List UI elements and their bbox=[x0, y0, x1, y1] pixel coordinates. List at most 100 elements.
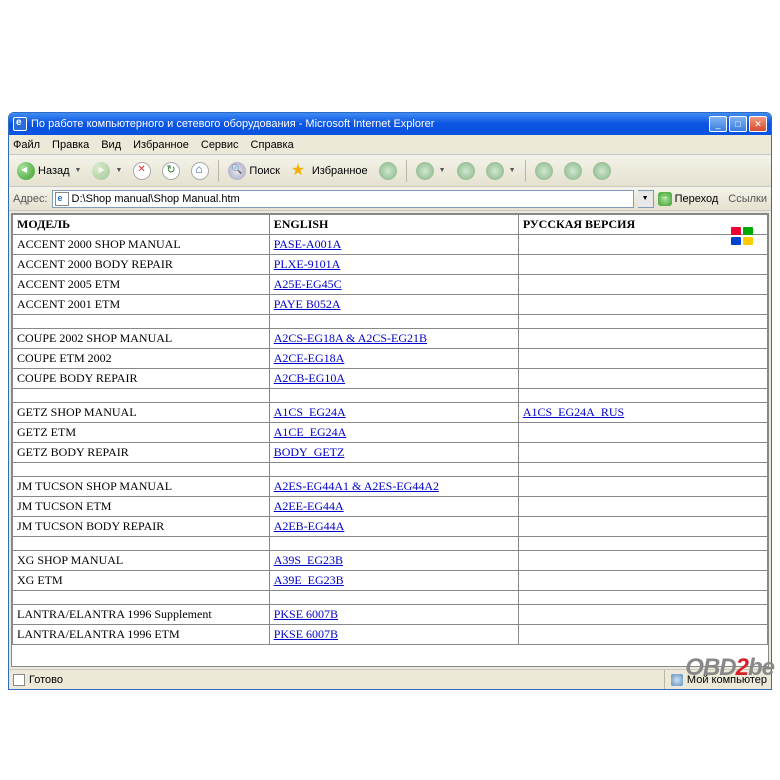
cell-english: A39E_EG23B bbox=[269, 571, 518, 591]
menu-edit[interactable]: Правка bbox=[52, 139, 89, 151]
titlebar: По работе компьютерного и сетевого обору… bbox=[9, 113, 771, 135]
russian-link[interactable]: A1CS_EG24A_RUS bbox=[523, 405, 624, 419]
cell-english: A2ES-EG44A1 & A2ES-EG44A2 bbox=[269, 477, 518, 497]
address-input[interactable]: D:\Shop manual\Shop Manual.htm bbox=[52, 190, 634, 208]
cell-model: GETZ ETM bbox=[13, 423, 270, 443]
chevron-down-icon: ▼ bbox=[509, 167, 516, 174]
english-link[interactable]: PAYE B052A bbox=[274, 297, 341, 311]
english-link[interactable]: A39S_EG23B bbox=[274, 553, 343, 567]
links-label[interactable]: Ссылки bbox=[728, 193, 767, 205]
cell-russian bbox=[518, 295, 767, 315]
back-button[interactable]: Назад ▼ bbox=[13, 158, 85, 184]
english-link[interactable]: PASE-A001A bbox=[274, 237, 342, 251]
search-button[interactable]: Поиск bbox=[224, 158, 283, 184]
table-row: ACCENT 2000 BODY REPAIR PLXE-9101A bbox=[13, 255, 768, 275]
table-row: JM TUCSON BODY REPAIRA2EB-EG44A bbox=[13, 517, 768, 537]
go-icon bbox=[658, 192, 672, 206]
header-english: ENGLISH bbox=[269, 215, 518, 235]
cell-russian bbox=[518, 551, 767, 571]
home-button[interactable] bbox=[187, 158, 213, 184]
spacer-row bbox=[13, 389, 768, 403]
menu-favorites[interactable]: Избранное bbox=[133, 139, 189, 151]
table-row: GETZ ETM A1CE_EG24A bbox=[13, 423, 768, 443]
address-dropdown[interactable]: ▼ bbox=[638, 190, 654, 208]
separator bbox=[406, 160, 407, 182]
messenger-button[interactable] bbox=[589, 158, 615, 184]
chevron-down-icon: ▼ bbox=[439, 167, 446, 174]
table-row: COUPE ETM 2002 A2CE-EG18A bbox=[13, 349, 768, 369]
english-link[interactable]: A1CS_EG24A bbox=[274, 405, 346, 419]
print-button[interactable] bbox=[453, 158, 479, 184]
table-row: XG ETM A39E_EG23B bbox=[13, 571, 768, 591]
discuss-button[interactable] bbox=[531, 158, 557, 184]
table-row: LANTRA/ELANTRA 1996 Supplement PKSE 6007B bbox=[13, 605, 768, 625]
go-button[interactable]: Переход bbox=[658, 192, 719, 206]
english-link[interactable]: A2EB-EG44A bbox=[274, 519, 345, 533]
cell-russian bbox=[518, 423, 767, 443]
cell-english: A25E-EG45C bbox=[269, 275, 518, 295]
addressbar: Адрес: D:\Shop manual\Shop Manual.htm ▼ … bbox=[9, 187, 771, 211]
cell-english: A2EE-EG44A bbox=[269, 497, 518, 517]
english-link[interactable]: A2CS-EG18A & A2CS-EG21B bbox=[274, 331, 427, 345]
cell-model: XG ETM bbox=[13, 571, 270, 591]
research-button[interactable] bbox=[560, 158, 586, 184]
menu-file[interactable]: Файл bbox=[13, 139, 40, 151]
address-label: Адрес: bbox=[13, 193, 48, 205]
english-link[interactable]: A2CB-EG10A bbox=[274, 371, 345, 385]
english-link[interactable]: BODY_GETZ bbox=[274, 445, 345, 459]
history-button[interactable] bbox=[375, 158, 401, 184]
cell-model: JM TUCSON SHOP MANUAL bbox=[13, 477, 270, 497]
toolbar: Назад ▼ ▼ Поиск Избранное ▼ ▼ bbox=[9, 155, 771, 187]
english-link[interactable]: A1CE_EG24A bbox=[274, 425, 347, 439]
english-link[interactable]: PLXE-9101A bbox=[274, 257, 341, 271]
menu-help[interactable]: Справка bbox=[251, 139, 294, 151]
cell-english: A1CE_EG24A bbox=[269, 423, 518, 443]
cell-russian bbox=[518, 605, 767, 625]
english-link[interactable]: PKSE 6007B bbox=[274, 627, 338, 641]
cell-model: ACCENT 2000 BODY REPAIR bbox=[13, 255, 270, 275]
spacer-row bbox=[13, 537, 768, 551]
english-link[interactable]: A2EE-EG44A bbox=[274, 499, 344, 513]
cell-model: COUPE ETM 2002 bbox=[13, 349, 270, 369]
minimize-button[interactable]: _ bbox=[709, 116, 727, 132]
page-icon bbox=[55, 192, 69, 206]
cell-model: ACCENT 2001 ETM bbox=[13, 295, 270, 315]
cell-russian bbox=[518, 497, 767, 517]
english-link[interactable]: PKSE 6007B bbox=[274, 607, 338, 621]
manuals-table: МОДЕЛЬ ENGLISH РУССКАЯ ВЕРСИЯ ACCENT 200… bbox=[12, 214, 768, 645]
mail-icon bbox=[416, 162, 434, 180]
english-link[interactable]: A2ES-EG44A1 & A2ES-EG44A2 bbox=[274, 479, 439, 493]
chevron-down-icon: ▼ bbox=[75, 167, 82, 174]
menu-view[interactable]: Вид bbox=[101, 139, 121, 151]
go-label: Переход bbox=[675, 193, 719, 205]
spacer-row bbox=[13, 591, 768, 605]
cell-english: A2EB-EG44A bbox=[269, 517, 518, 537]
cell-english: PLXE-9101A bbox=[269, 255, 518, 275]
back-icon bbox=[17, 162, 35, 180]
cell-model: ACCENT 2000 SHOP MANUAL bbox=[13, 235, 270, 255]
english-link[interactable]: A25E-EG45C bbox=[274, 277, 342, 291]
cell-english: BODY_GETZ bbox=[269, 443, 518, 463]
favorites-button[interactable]: Избранное bbox=[287, 158, 372, 184]
edit-button[interactable]: ▼ bbox=[482, 158, 520, 184]
cell-russian bbox=[518, 255, 767, 275]
separator bbox=[218, 160, 219, 182]
stop-button[interactable] bbox=[129, 158, 155, 184]
cell-model: COUPE BODY REPAIR bbox=[13, 369, 270, 389]
forward-button[interactable]: ▼ bbox=[88, 158, 126, 184]
refresh-button[interactable] bbox=[158, 158, 184, 184]
menu-tools[interactable]: Сервис bbox=[201, 139, 239, 151]
cell-english: A2CB-EG10A bbox=[269, 369, 518, 389]
history-icon bbox=[379, 162, 397, 180]
statusbar: Готово Мой компьютер bbox=[9, 669, 771, 689]
maximize-button[interactable]: □ bbox=[729, 116, 747, 132]
cell-russian bbox=[518, 443, 767, 463]
cell-model: XG SHOP MANUAL bbox=[13, 551, 270, 571]
english-link[interactable]: A39E_EG23B bbox=[274, 573, 344, 587]
cell-model: LANTRA/ELANTRA 1996 Supplement bbox=[13, 605, 270, 625]
close-button[interactable]: ✕ bbox=[749, 116, 767, 132]
edit-icon bbox=[486, 162, 504, 180]
mail-button[interactable]: ▼ bbox=[412, 158, 450, 184]
english-link[interactable]: A2CE-EG18A bbox=[274, 351, 345, 365]
ie-window: По работе компьютерного и сетевого обору… bbox=[8, 112, 772, 690]
